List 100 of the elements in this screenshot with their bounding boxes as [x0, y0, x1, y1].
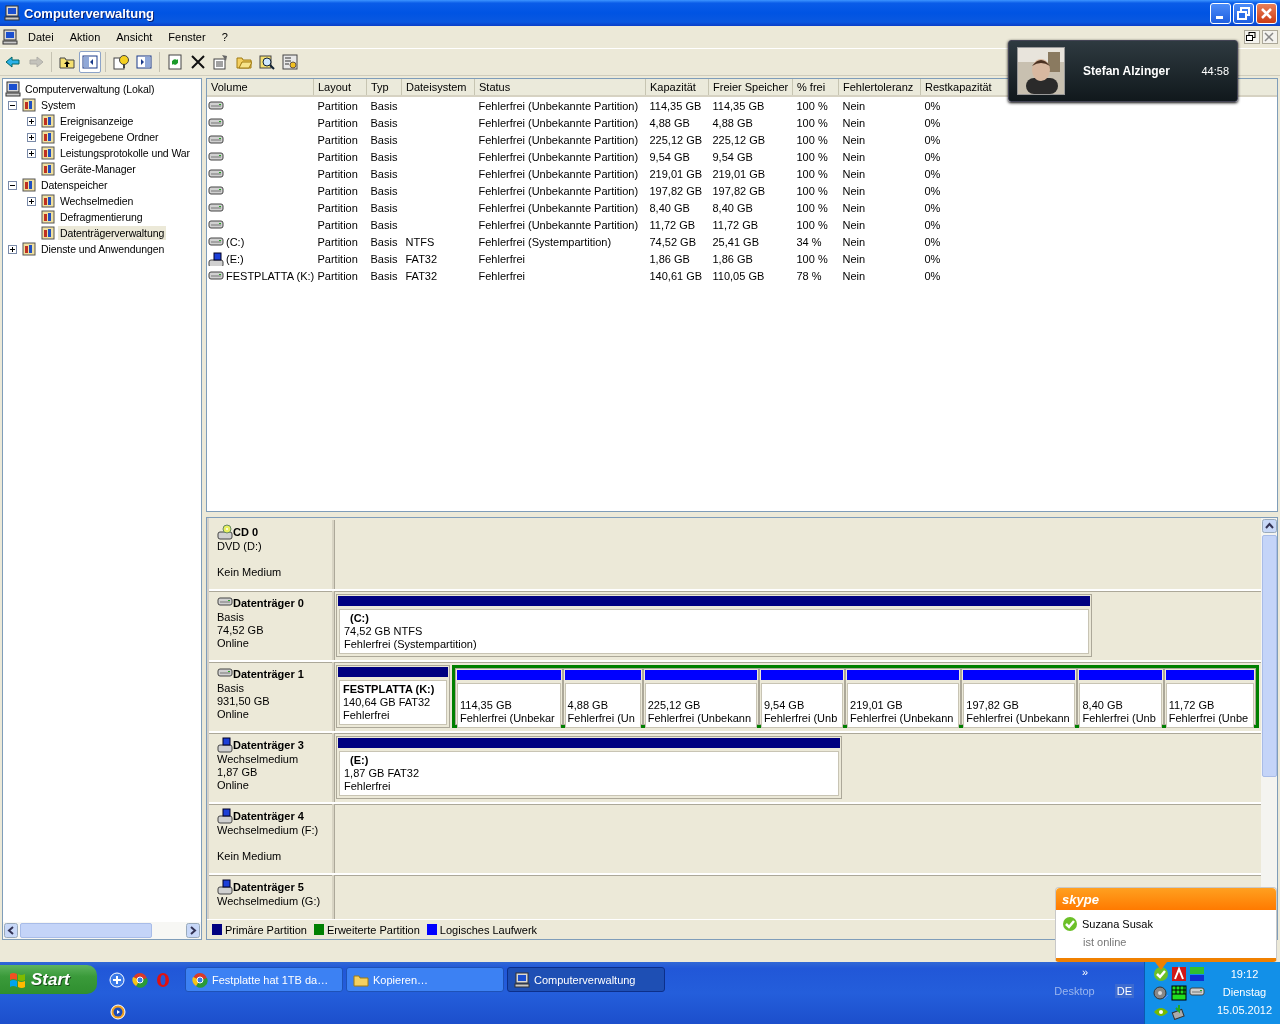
- partition[interactable]: 225,12 GB Fehlerfrei (Unbekann: [642, 668, 759, 725]
- arrow-right-icon: [28, 54, 44, 70]
- table-cell-text: 100 %: [795, 183, 829, 199]
- expand-toggle[interactable]: [27, 196, 36, 206]
- partition[interactable]: 114,35 GB Fehlerfrei (Unbekar: [455, 668, 563, 725]
- meter-icon[interactable]: [1171, 985, 1187, 1001]
- collapse-toggle[interactable]: [8, 100, 17, 110]
- panes-icon: [136, 54, 152, 70]
- column-header[interactable]: Kapazität: [645, 79, 709, 96]
- partition-size: 140,64 GB FAT32: [343, 696, 432, 709]
- taskbar-button[interactable]: Festplatte hat 1TB da…: [185, 967, 343, 992]
- table-cell: Partition: [313, 96, 367, 114]
- toolbar-chevron[interactable]: »: [1081, 966, 1088, 978]
- table-cell-text: Partition: [316, 234, 359, 250]
- graphics-tool-icon[interactable]: [1189, 966, 1205, 982]
- disk-info-panel[interactable]: CD 0 DVD (D:) Kein Medium: [209, 520, 334, 589]
- menu-item[interactable]: Fenster: [160, 29, 214, 45]
- column-header[interactable]: Typ: [366, 79, 402, 96]
- status-check-icon[interactable]: [1153, 966, 1169, 982]
- language-indicator[interactable]: DE: [1114, 984, 1134, 998]
- popup-pointer: [1155, 962, 1167, 970]
- contact-status: ist online: [1082, 935, 1128, 948]
- column-header[interactable]: Volume: [207, 79, 314, 96]
- partition[interactable]: 197,82 GB Fehlerfrei (Unbekann: [961, 668, 1078, 725]
- tree-item[interactable]: Computerverwaltung (Lokal): [23, 82, 157, 96]
- partition[interactable]: (E:) 1,87 GB FAT32 Fehlerfrei: [336, 736, 842, 799]
- table-cell-text: 110,05 GB: [711, 268, 766, 284]
- expand-toggle[interactable]: [8, 244, 17, 254]
- partition-status: Fehlerfrei (Un: [567, 712, 636, 725]
- tree-item[interactable]: Leistungsprotokolle und War: [58, 146, 192, 160]
- expand-toggle[interactable]: [27, 116, 36, 126]
- tree-item[interactable]: Dienste und Anwendungen: [39, 242, 167, 256]
- tree-item[interactable]: Geräte-Manager: [58, 162, 138, 176]
- minimize-button[interactable]: [1210, 2, 1231, 24]
- horizontal-scrollbar[interactable]: [3, 922, 201, 939]
- tree-item[interactable]: Datenträgerverwaltung: [58, 226, 167, 240]
- disk-info-panel[interactable]: Datenträger 4 Wechselmedium (F:) Kein Medium: [209, 804, 334, 873]
- menu-item[interactable]: Ansicht: [108, 29, 161, 45]
- computer-icon[interactable]: [2, 29, 18, 45]
- scroll-up-icon[interactable]: [1261, 519, 1277, 533]
- settings-button[interactable]: [279, 51, 301, 73]
- disk-info-panel[interactable]: Datenträger 0 Basis 74,52 GB Online: [209, 591, 334, 660]
- scroll-thumb[interactable]: [20, 923, 152, 938]
- disk-info-panel[interactable]: Datenträger 1 Basis 931,50 GB Online: [209, 662, 334, 731]
- column-header[interactable]: Layout: [313, 79, 367, 96]
- media-player-icon[interactable]: [110, 1004, 126, 1020]
- table-cell-text: 25,41 GB: [711, 234, 760, 250]
- drive-icon: [208, 166, 224, 181]
- table-cell-text: Partition: [316, 183, 359, 199]
- maximize-button[interactable]: [1233, 2, 1254, 24]
- menu-item[interactable]: Datei: [20, 29, 62, 45]
- expand-toggle[interactable]: [27, 132, 36, 142]
- extended-partition[interactable]: [452, 665, 1259, 728]
- column-header[interactable]: Dateisystem: [401, 79, 475, 96]
- partition[interactable]: 219,01 GB Fehlerfrei (Unbekann: [845, 668, 962, 725]
- scroll-left-icon[interactable]: [4, 923, 18, 938]
- tree-item[interactable]: Freigegebene Ordner: [58, 130, 161, 144]
- column-header[interactable]: Fehlertoleranz: [838, 79, 921, 96]
- expand-toggle[interactable]: [27, 148, 36, 158]
- restore-button[interactable]: [1244, 30, 1260, 44]
- tree-item[interactable]: Defragmentierung: [58, 210, 145, 224]
- column-header[interactable]: Freier Speicher: [708, 79, 793, 96]
- tree-item[interactable]: Datenspeicher: [39, 178, 110, 192]
- tree-item[interactable]: Wechselmedien: [58, 194, 136, 208]
- menu-item[interactable]: Aktion: [61, 29, 109, 45]
- column-header[interactable]: Status: [474, 79, 646, 96]
- table-cell-text: 9,54 GB: [711, 149, 754, 165]
- scroll-thumb[interactable]: [1261, 535, 1277, 777]
- menu-item[interactable]: ?: [213, 29, 236, 45]
- tree-toggle-button[interactable]: [79, 51, 101, 73]
- partition[interactable]: 11,72 GB Fehlerfrei (Unbe: [1163, 668, 1256, 725]
- drive-icon: [208, 115, 224, 130]
- partition[interactable]: (C:) 74,52 GB NTFS Fehlerfrei (Systempartition): [336, 594, 1092, 657]
- snap-in-icon: [21, 241, 37, 257]
- scroll-right-icon[interactable]: [186, 923, 200, 938]
- speaker-icon[interactable]: [1153, 985, 1169, 1001]
- contact-name: Suzana Susak: [1082, 918, 1153, 930]
- partition[interactable]: FESTPLATTA (K:) 140,64 GB FAT32 Fehlerfrei: [336, 665, 450, 728]
- tree-item[interactable]: Ereignisanzeige: [58, 114, 136, 128]
- table-cell-text: 225,12 GB: [711, 132, 767, 148]
- disk-info-panel[interactable]: Datenträger 3 Wechselmedium 1,87 GB Online: [209, 733, 334, 802]
- network-icon[interactable]: [1171, 1004, 1187, 1020]
- browser-icon[interactable]: [132, 971, 148, 988]
- disk-state: Kein Medium: [217, 566, 283, 579]
- start-button[interactable]: Start: [0, 965, 97, 994]
- tree-item[interactable]: System: [39, 98, 78, 112]
- partition[interactable]: 9,54 GB Fehlerfrei (Unb: [758, 668, 846, 725]
- browser-icon[interactable]: [109, 971, 125, 988]
- taskbar-button[interactable]: Computerverwaltung: [507, 967, 665, 992]
- table-cell: 100 %: [792, 96, 839, 114]
- column-header[interactable]: % frei: [792, 79, 839, 96]
- partition[interactable]: 4,88 GB Fehlerfrei (Un: [562, 668, 643, 725]
- drive-icon: [208, 183, 224, 198]
- snap-in-icon: [21, 177, 37, 193]
- skype-logo: skype: [1062, 891, 1099, 907]
- collapse-toggle[interactable]: [8, 180, 17, 190]
- taskbar-button[interactable]: Kopieren…: [346, 967, 504, 992]
- delete-icon: [190, 54, 206, 70]
- antivirus-icon[interactable]: [1171, 966, 1187, 982]
- partition[interactable]: 8,40 GB Fehlerfrei (Unb: [1077, 668, 1164, 725]
